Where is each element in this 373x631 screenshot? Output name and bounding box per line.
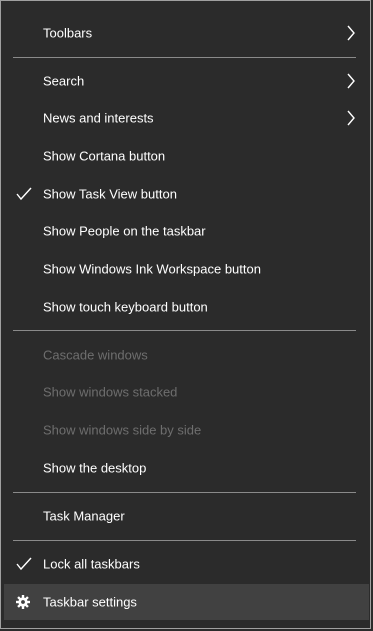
checkmark-icon	[16, 187, 32, 201]
menu-item-news-and-interests[interactable]: News and interests	[4, 100, 369, 136]
menu-item-show-cortana-button[interactable]: Show Cortana button	[4, 138, 369, 174]
menu-item-label: Toolbars	[43, 25, 93, 41]
chevron-right-icon	[347, 110, 355, 126]
menu-item-show-windows-side-by-side: Show windows side by side	[4, 412, 369, 448]
menu-separator	[13, 330, 356, 331]
menu-item-label: Lock all taskbars	[43, 556, 140, 572]
menu-item-show-windows-stacked: Show windows stacked	[4, 374, 369, 410]
menu-item-label: Show Cortana button	[43, 148, 166, 164]
menu-item-label: Search	[43, 73, 85, 89]
gear-icon	[16, 595, 30, 609]
menu-separator	[13, 492, 356, 493]
chevron-right-icon	[347, 25, 355, 41]
menu-item-show-task-view-button[interactable]: Show Task View button	[4, 176, 369, 212]
chevron-right-icon	[347, 73, 355, 89]
menu-item-label: Show windows side by side	[43, 422, 202, 438]
menu-item-label: Show windows stacked	[43, 384, 178, 400]
menu-item-label: Taskbar settings	[43, 594, 137, 610]
menu-item-toolbars[interactable]: Toolbars	[4, 15, 369, 51]
menu-item-lock-all-taskbars[interactable]: Lock all taskbars	[4, 546, 369, 582]
menu-item-task-manager[interactable]: Task Manager	[4, 498, 369, 534]
checkmark-icon	[16, 557, 32, 571]
menu-item-show-touch-keyboard-button[interactable]: Show touch keyboard button	[4, 289, 369, 325]
menu-item-label: Task Manager	[43, 508, 125, 524]
menu-separator	[13, 57, 356, 58]
menu-item-show-the-desktop[interactable]: Show the desktop	[4, 450, 369, 486]
menu-item-label: Show touch keyboard button	[43, 299, 208, 315]
menu-item-label: Show Windows Ink Workspace button	[43, 261, 261, 277]
menu-item-show-people-on-taskbar[interactable]: Show People on the taskbar	[4, 213, 369, 249]
menu-item-cascade-windows: Cascade windows	[4, 337, 369, 373]
taskbar-context-menu: Toolbars Search News and interests Show …	[0, 0, 371, 629]
menu-item-show-windows-ink-workspace-button[interactable]: Show Windows Ink Workspace button	[4, 251, 369, 287]
menu-item-label: News and interests	[43, 110, 154, 126]
menu-item-search[interactable]: Search	[4, 63, 369, 99]
menu-item-label: Cascade windows	[43, 347, 148, 363]
menu-separator	[13, 540, 356, 541]
menu-item-taskbar-settings[interactable]: Taskbar settings	[4, 584, 369, 620]
menu-item-label: Show Task View button	[43, 186, 177, 202]
menu-item-label: Show the desktop	[43, 460, 147, 476]
menu-item-label: Show People on the taskbar	[43, 223, 206, 239]
